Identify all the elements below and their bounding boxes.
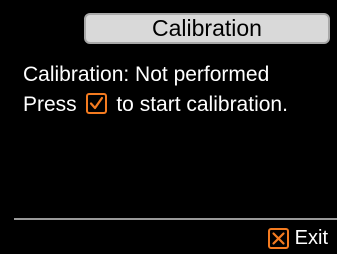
exit-label: Exit: [294, 227, 328, 249]
exit-button[interactable]: Exit: [267, 226, 328, 250]
page-title: Calibration: [84, 13, 330, 44]
calibration-screen: Calibration Calibration: Not performed P…: [0, 0, 337, 254]
instruction-press-text: Press: [23, 93, 83, 116]
footer-divider: [14, 218, 337, 220]
x-box-icon: [267, 227, 289, 249]
instruction-rest-text: to start calibration.: [110, 93, 288, 116]
calibration-status-text: Calibration: Not performed: [23, 63, 270, 86]
calibration-instruction: Press to start calibration.: [23, 92, 288, 118]
check-box-icon: [85, 93, 107, 114]
